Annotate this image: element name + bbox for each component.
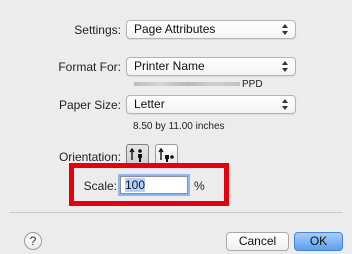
- help-button[interactable]: ?: [24, 232, 42, 250]
- settings-popup[interactable]: Page Attributes: [126, 20, 296, 39]
- settings-label: Settings:: [74, 23, 121, 37]
- page-setup-dialog: Settings: Page Attributes Format For: Pr…: [0, 0, 352, 254]
- paper-size-popup[interactable]: Letter: [126, 95, 296, 114]
- format-for-label: Format For:: [58, 60, 121, 74]
- format-for-popup-value: Printer Name: [134, 59, 205, 73]
- settings-popup-value: Page Attributes: [134, 22, 216, 36]
- paper-size-label: Paper Size:: [58, 98, 121, 112]
- divider: [9, 212, 343, 213]
- paper-size-dimensions: 8.50 by 11.00 inches: [133, 121, 225, 132]
- cancel-button[interactable]: Cancel: [226, 232, 289, 251]
- updown-arrows-icon: [282, 99, 288, 110]
- redacted-printer-path: [134, 82, 240, 86]
- orientation-label: Orientation:: [58, 150, 121, 164]
- scale-highlight-box: [69, 163, 229, 206]
- updown-arrows-icon: [282, 24, 288, 35]
- updown-arrows-icon: [282, 61, 288, 72]
- format-for-ppd-text: PPD: [242, 79, 263, 90]
- landscape-orientation-icon: [158, 147, 174, 162]
- format-for-popup[interactable]: Printer Name: [126, 57, 296, 76]
- paper-size-popup-value: Letter: [134, 97, 165, 111]
- portrait-orientation-icon: [129, 147, 142, 162]
- help-icon: ?: [29, 234, 37, 248]
- ok-button[interactable]: OK: [294, 232, 343, 251]
